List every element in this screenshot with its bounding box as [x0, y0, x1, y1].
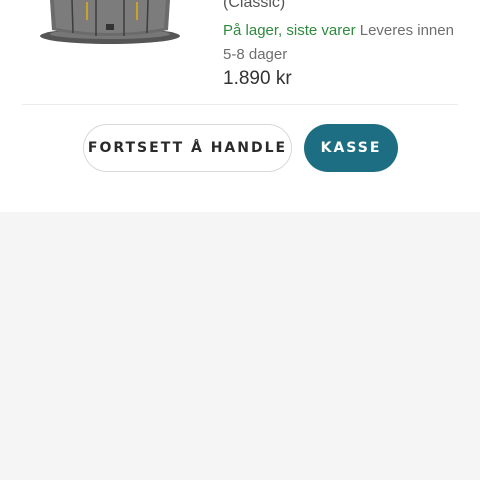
stock-status: På lager, siste varer	[223, 22, 356, 39]
product-price: 1.890 kr	[223, 68, 292, 89]
availability-text: På lager, siste varer Leveres innen 5-8 …	[223, 19, 468, 67]
checkout-button[interactable]: KASSE	[304, 124, 398, 172]
cart-drawer: (Classic) På lager, siste varer Leveres …	[0, 0, 480, 212]
trampoline-image	[40, 0, 180, 44]
product-variant: (Classic)	[223, 0, 286, 11]
continue-shopping-button[interactable]: FORTSETT Å HANDLE	[83, 124, 292, 172]
divider	[22, 104, 458, 105]
